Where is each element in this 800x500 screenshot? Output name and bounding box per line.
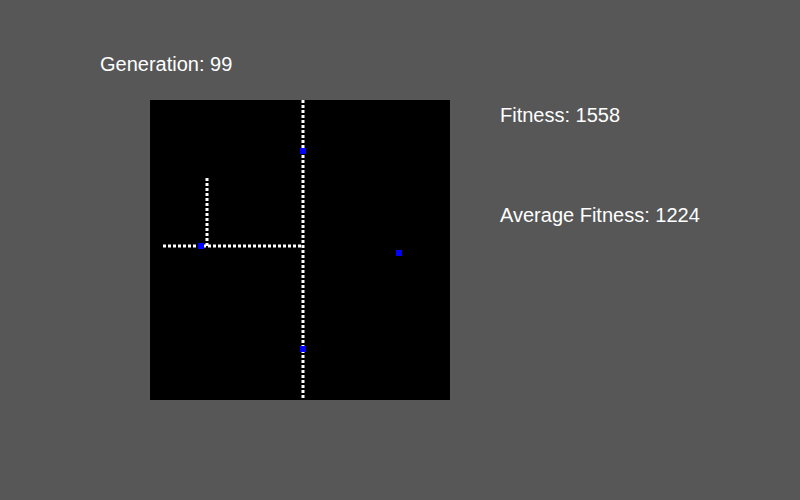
generation-label: Generation: 99 bbox=[0, 0, 800, 76]
trail-line bbox=[163, 245, 301, 248]
average-fitness-label: Average Fitness: 1224 bbox=[500, 203, 700, 227]
trail-line bbox=[206, 178, 209, 246]
stats-panel: Fitness: 1558 Average Fitness: 1224 bbox=[500, 100, 700, 400]
agent-dot bbox=[300, 346, 306, 352]
agent-dot bbox=[300, 148, 306, 154]
agent-dot bbox=[198, 243, 204, 249]
simulation-board bbox=[150, 100, 450, 400]
trail-line bbox=[302, 100, 305, 400]
fitness-label: Fitness: 1558 bbox=[500, 103, 700, 127]
agent-dot bbox=[396, 250, 402, 256]
main-row: Fitness: 1558 Average Fitness: 1224 bbox=[0, 100, 800, 400]
app-window: Generation: 99 Fitness: 1558 Average Fitne… bbox=[0, 0, 800, 500]
